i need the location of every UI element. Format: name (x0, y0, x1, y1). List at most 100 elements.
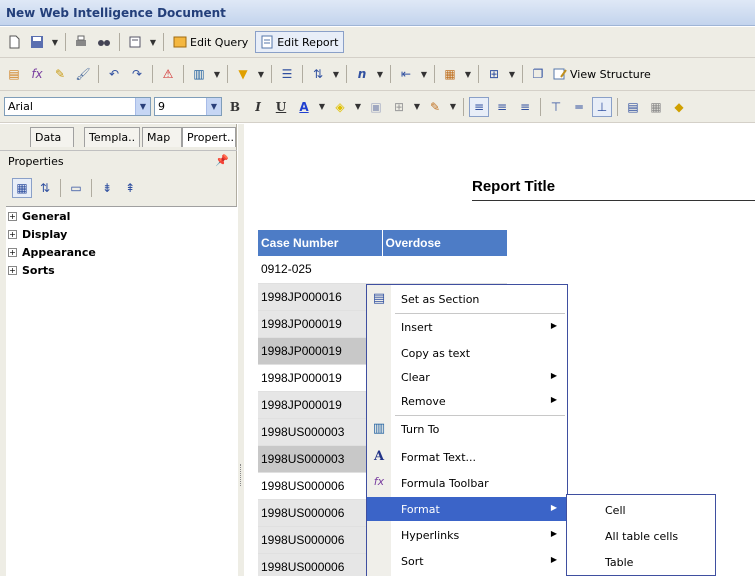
redo-icon[interactable]: ↷ (127, 64, 147, 84)
sort-dropdown-icon[interactable]: ▼ (331, 64, 341, 84)
menu-item-format[interactable]: Format ▶ (367, 497, 567, 521)
report-title[interactable]: Report Title (472, 178, 555, 195)
calculation-dropdown-icon[interactable]: ▼ (375, 64, 385, 84)
formula-icon[interactable]: fx (27, 64, 47, 84)
menu-item-remove[interactable]: Remove ▶ (367, 389, 567, 413)
calculation-icon[interactable]: n (352, 64, 372, 84)
column-header-case-number[interactable]: Case Number (258, 230, 383, 256)
tab-map[interactable]: Map (142, 127, 182, 147)
wrap-text-icon[interactable]: ▤ (623, 97, 643, 117)
borders-dropdown-icon[interactable]: ▼ (412, 97, 422, 117)
column-header-overdose[interactable]: Overdose (382, 230, 508, 256)
new-document-icon[interactable] (4, 32, 24, 52)
font-color-icon[interactable]: A (294, 97, 314, 117)
variable-editor-icon[interactable]: ✎ (50, 64, 70, 84)
align-right-icon[interactable]: ≡ (515, 97, 535, 117)
copy-icon[interactable]: ❐ (528, 64, 548, 84)
case-number-cell[interactable]: 1998US000003 (258, 445, 382, 473)
border-color-icon[interactable]: ✎ (425, 97, 445, 117)
align-bottom-icon[interactable]: ⊥ (592, 96, 612, 117)
overdose-cell[interactable] (382, 256, 507, 284)
ranking-icon[interactable]: ▥ (189, 64, 209, 84)
property-group-general[interactable]: + General (6, 207, 237, 225)
categorized-icon[interactable]: ▦ (12, 178, 32, 198)
pin-icon[interactable]: 📌 (215, 154, 229, 167)
font-size-select[interactable]: 9 ▼ (154, 97, 222, 116)
case-number-cell[interactable]: 1998JP000019 (258, 337, 382, 365)
align-top-icon[interactable]: ⊤ (546, 97, 566, 117)
menu-item-turn-to[interactable]: ▥ Turn To (367, 417, 567, 441)
menu-item-format-text[interactable]: A Format Text... (367, 445, 567, 469)
filter-icon[interactable]: ▼ (233, 64, 253, 84)
case-number-cell[interactable]: 1998US000006 (258, 526, 382, 554)
edit-report-button[interactable]: Edit Report (255, 31, 344, 53)
menu-item-hyperlinks[interactable]: Hyperlinks ▶ (367, 523, 567, 547)
indent-icon[interactable]: ⇤ (396, 64, 416, 84)
align-middle-icon[interactable]: ═ (569, 97, 589, 117)
font-family-select[interactable]: Arial ▼ (4, 97, 151, 116)
save-icon[interactable] (27, 32, 47, 52)
menu-item-set-as-section[interactable]: ▤ Set as Section (367, 287, 567, 311)
case-number-cell[interactable]: 1998JP000019 (258, 364, 382, 392)
collapse-all-icon[interactable]: ⇞ (120, 178, 140, 198)
submenu-item-all-table-cells[interactable]: All table cells (567, 524, 715, 548)
fill-color-icon[interactable]: ◈ (330, 97, 350, 117)
background-image-icon[interactable]: ▣ (366, 97, 386, 117)
italic-icon[interactable]: I (248, 97, 268, 117)
property-group-sorts[interactable]: + Sorts (6, 261, 237, 279)
find-icon[interactable] (94, 32, 114, 52)
case-number-cell[interactable]: 0912-025 (258, 256, 382, 284)
case-number-cell[interactable]: 1998US000003 (258, 418, 382, 446)
alphabetical-sort-icon[interactable]: ⇅ (35, 178, 55, 198)
view-mode-dropdown-icon[interactable]: ▼ (148, 32, 158, 52)
menu-item-formula-toolbar[interactable]: fx Formula Toolbar (367, 471, 567, 495)
border-color-dropdown-icon[interactable]: ▼ (448, 97, 458, 117)
view-structure-button[interactable]: View Structure (551, 63, 653, 85)
tab-data[interactable]: Data (30, 127, 74, 147)
align-center-icon[interactable]: ≡ (492, 97, 512, 117)
bold-icon[interactable]: B (225, 97, 245, 117)
property-group-display[interactable]: + Display (6, 225, 237, 243)
table-tools-icon[interactable]: ⊞ (484, 64, 504, 84)
alerter-icon[interactable]: ⚠ (158, 64, 178, 84)
insert-row-icon[interactable]: ▦ (440, 64, 460, 84)
submenu-item-cell[interactable]: Cell (567, 498, 715, 522)
chevron-down-icon[interactable]: ▼ (206, 98, 221, 115)
splitter-grip[interactable] (240, 464, 242, 486)
break-icon[interactable]: ☰ (277, 64, 297, 84)
case-number-cell[interactable]: 1998US000006 (258, 499, 382, 527)
tab-templates[interactable]: Templa.. (84, 127, 140, 147)
borders-icon[interactable]: ⊞ (389, 97, 409, 117)
table-row[interactable]: 0912-025 (258, 256, 507, 284)
tab-properties[interactable]: Propert.. (182, 127, 236, 147)
property-group-appearance[interactable]: + Appearance (6, 243, 237, 261)
sort-icon[interactable]: ⇅ (308, 64, 328, 84)
submenu-item-table[interactable]: Table (567, 550, 715, 574)
menu-item-insert[interactable]: Insert ▶ (367, 315, 567, 339)
save-dropdown-icon[interactable]: ▼ (50, 32, 60, 52)
fill-color-dropdown-icon[interactable]: ▼ (353, 97, 363, 117)
expand-all-icon[interactable]: ⇟ (97, 178, 117, 198)
expand-icon[interactable]: + (8, 247, 17, 257)
filter-dropdown-icon[interactable]: ▼ (256, 64, 266, 84)
print-icon[interactable] (71, 32, 91, 52)
expand-icon[interactable]: + (8, 265, 17, 275)
table-tools-dropdown-icon[interactable]: ▼ (507, 64, 517, 84)
ranking-dropdown-icon[interactable]: ▼ (212, 64, 222, 84)
format-painter-icon[interactable]: 🖌 (73, 64, 93, 84)
case-number-cell[interactable]: 1998JP000016 (258, 283, 382, 311)
menu-item-sort[interactable]: Sort ▶ (367, 549, 567, 573)
font-color-dropdown-icon[interactable]: ▼ (317, 97, 327, 117)
menu-item-copy-as-text[interactable]: Copy as text (367, 341, 567, 365)
insert-row-dropdown-icon[interactable]: ▼ (463, 64, 473, 84)
case-number-cell[interactable]: 1998JP000019 (258, 310, 382, 338)
edit-query-button[interactable]: Edit Query (169, 31, 252, 53)
case-number-cell[interactable]: 1998JP000019 (258, 391, 382, 419)
expand-icon[interactable]: + (8, 211, 17, 221)
chevron-down-icon[interactable]: ▼ (135, 98, 150, 115)
expand-icon[interactable]: + (8, 229, 17, 239)
align-left-icon[interactable]: ≡ (469, 96, 489, 117)
more-icon[interactable]: ◆ (669, 97, 689, 117)
property-pages-icon[interactable]: ▭ (66, 178, 86, 198)
underline-icon[interactable]: U (271, 97, 291, 117)
